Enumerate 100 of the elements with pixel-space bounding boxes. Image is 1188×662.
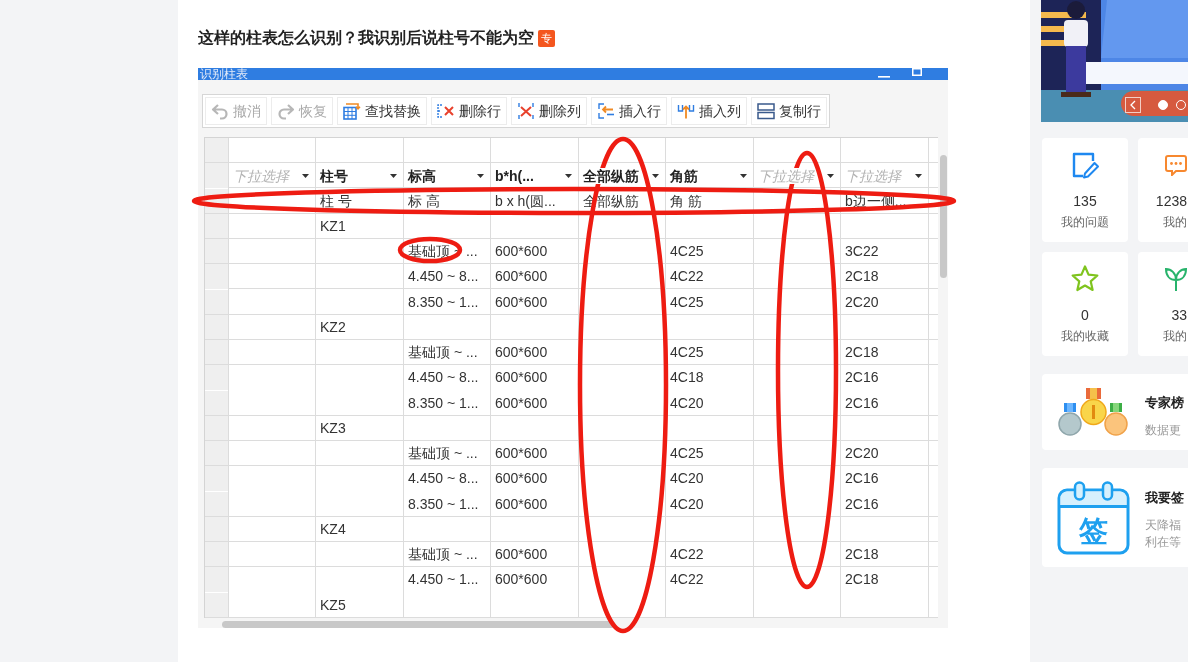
cell-text: 4C25: [670, 293, 704, 310]
question-title: 这样的柱表怎么识别？我识别后说柱号不能为空: [198, 29, 534, 47]
stat-count: 1238: [1155, 192, 1187, 210]
row-header-cell: [205, 390, 228, 415]
column-select[interactable]: b*h(...: [491, 163, 579, 189]
toolbar-button[interactable]: 插入行: [591, 97, 667, 125]
stat-count: 135: [1073, 192, 1097, 210]
toolbar-button[interactable]: 删除列: [511, 97, 587, 125]
cell-text: 4C20: [670, 495, 704, 512]
carousel-dot[interactable]: [1158, 100, 1168, 110]
sign-in-card[interactable]: 签 我要签 天降福利在等: [1042, 468, 1188, 567]
chevron-left-icon: [1130, 100, 1136, 110]
caret-icon: [827, 173, 834, 178]
toolbar-button[interactable]: 复制行: [751, 97, 827, 125]
banner-drawing[interactable]: [1041, 0, 1188, 122]
cell-text: 2C18: [845, 571, 879, 588]
leaf-icon: [1165, 266, 1187, 292]
cell-text: 8.350 ~ 1...: [408, 293, 479, 310]
stat-card[interactable]: 0 我的收藏: [1042, 252, 1128, 356]
row-header-cell: [205, 466, 228, 491]
stat-label: 我的: [1163, 214, 1187, 230]
row-header-cell: [205, 289, 228, 314]
cell-text: 角 筋: [670, 192, 702, 209]
cell-text: 4C22: [670, 571, 704, 588]
column-select[interactable]: 标高: [404, 163, 491, 189]
star-icon: [1070, 264, 1100, 294]
cell-text: 3C22: [845, 243, 879, 259]
toolbar-button[interactable]: 删除行: [431, 97, 507, 125]
cell-text: 基础顶 ~ ...: [408, 344, 478, 360]
row-header-cell: [205, 138, 228, 163]
stat-card[interactable]: 33 我的: [1138, 252, 1188, 356]
caret-icon: [390, 173, 397, 178]
column-select[interactable]: 全部纵筋: [579, 163, 666, 189]
row-header-cell: [205, 516, 228, 541]
caret-icon: [740, 173, 747, 178]
cell-text: 4C25: [670, 445, 704, 461]
caret-icon: [915, 173, 922, 178]
cell-text: 4C22: [670, 546, 704, 562]
column-select[interactable]: 柱号: [316, 163, 404, 189]
cell-text: KZ2: [320, 318, 346, 335]
row-header-cell: [205, 365, 228, 390]
caret-icon: [652, 173, 659, 178]
cell-text: 4C22: [670, 268, 704, 285]
cell-text: 4C25: [670, 344, 704, 360]
caret-icon: [565, 173, 572, 178]
cell-text: 基础顶 ~ ...: [408, 445, 478, 461]
cell-text: 8.350 ~ 1...: [408, 394, 479, 411]
cell-text: 2C16: [845, 369, 879, 386]
medals-icon: [1056, 387, 1130, 437]
toolbar-button[interactable]: 插入列: [671, 97, 747, 125]
sign-in-title: 我要签: [1145, 488, 1184, 507]
maximize-icon[interactable]: [912, 68, 922, 76]
row-header-cell: [205, 567, 228, 592]
row-header-cell: [205, 264, 228, 289]
cell-text: 2C16: [845, 470, 879, 487]
copy-row-icon: [757, 102, 775, 120]
row-header-cell: [205, 314, 228, 339]
previous-slide-button[interactable]: [1125, 97, 1141, 113]
cell-text: b x h(圆...: [495, 192, 556, 209]
cell-text: 600*600: [495, 546, 548, 562]
cell-text: 2C16: [845, 394, 879, 411]
column-select[interactable]: 角筋: [666, 163, 754, 189]
row-header-cell: [205, 239, 228, 264]
stat-card[interactable]: 1238 我的: [1138, 138, 1188, 242]
cell-text: 600*600: [495, 394, 548, 411]
cell-text: KZ5: [320, 596, 346, 613]
caret-icon: [302, 173, 309, 178]
delete-column-icon: [517, 102, 535, 120]
insert-column-icon: [677, 102, 695, 120]
cell-text: 600*600: [495, 445, 548, 461]
stat-label: 我的收藏: [1061, 328, 1109, 344]
caret-icon: [477, 173, 484, 178]
toolbar-button[interactable]: 查找替换: [337, 97, 427, 125]
ranking-subtitle: 数据更: [1145, 421, 1182, 439]
window-title: 识别柱表: [199, 68, 249, 80]
ranking-card[interactable]: 专家榜 数据更: [1042, 374, 1188, 450]
undo-icon: [211, 102, 229, 120]
vertical-scrollbar-thumb[interactable]: [940, 155, 947, 278]
row-header-cell: [205, 491, 228, 516]
cell-text: 8.350 ~ 1...: [408, 495, 479, 512]
cell-text: 4C25: [670, 243, 704, 259]
redo-icon: [277, 102, 295, 120]
horizontal-scrollbar-thumb[interactable]: [222, 620, 615, 628]
cell-text: 2C20: [845, 293, 879, 310]
cell-text: 4C20: [670, 470, 704, 487]
stat-card[interactable]: 135 我的问题: [1042, 138, 1128, 242]
row-header-cell: [205, 163, 228, 188]
cell-text: 柱 号: [320, 192, 352, 209]
cell-text: 基础顶 ~ ...: [408, 546, 478, 562]
cell-text: 4.450 ~ 8...: [408, 470, 479, 487]
cell-text: 600*600: [495, 268, 548, 285]
stat-label: 我的: [1163, 328, 1187, 344]
cell-text: 600*600: [495, 470, 548, 487]
cell-text: 4C20: [670, 394, 704, 411]
cell-text: 4.450 ~ 8...: [408, 369, 479, 386]
row-header-cell: [205, 340, 228, 365]
row-header-cell: [205, 415, 228, 440]
cell-text: 600*600: [495, 344, 548, 360]
insert-row-icon: [597, 102, 615, 120]
sign-in-description: 天降福利在等: [1145, 516, 1182, 551]
